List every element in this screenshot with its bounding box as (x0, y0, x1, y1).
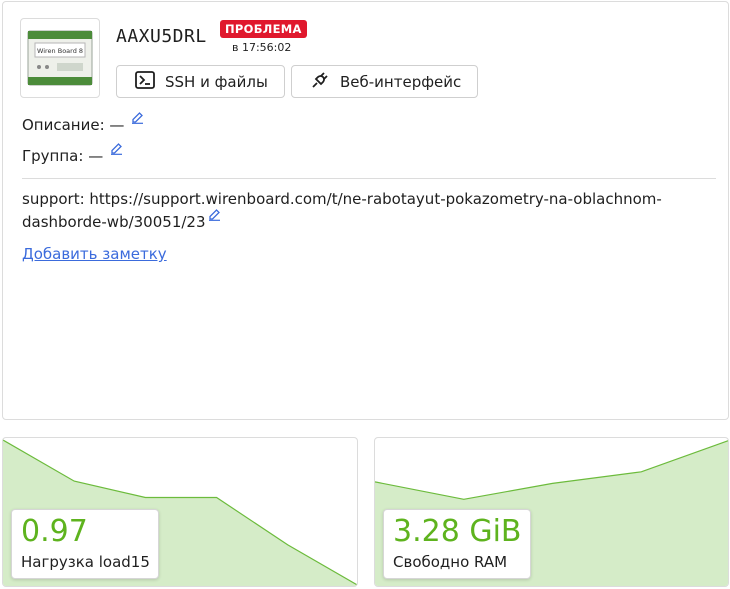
ram-metric-box: 3.28 GiB Свободно RAM (383, 509, 531, 579)
ssh-files-button[interactable]: SSH и файлы (116, 65, 285, 98)
terminal-icon (135, 70, 155, 93)
web-interface-button[interactable]: Веб-интерфейс (291, 65, 478, 98)
status-time: в 17:56:02 (232, 41, 292, 54)
device-title: AAXU5DRL (116, 26, 207, 47)
edit-note-icon[interactable] (208, 205, 221, 228)
ram-label: Свободно RAM (393, 553, 508, 571)
device-thumbnail: Wiren Board 8 (20, 18, 100, 98)
note-text: support: https://support.wirenboard.com/… (22, 190, 662, 231)
note: support: https://support.wirenboard.com/… (22, 188, 712, 234)
load-metric-box: 0.97 Нагрузка load15 (11, 509, 159, 579)
metric-card-ram: 3.28 GiB Свободно RAM (374, 437, 729, 587)
description-value: — (109, 116, 125, 134)
description-field: Описание: — (22, 112, 144, 134)
controller-image-icon: Wiren Board 8 (27, 30, 93, 86)
edit-group-icon[interactable] (110, 141, 123, 159)
group-label: Группа: (22, 147, 84, 165)
load-label: Нагрузка load15 (21, 553, 150, 571)
group-value: — (88, 147, 104, 165)
web-interface-label: Веб-интерфейс (340, 72, 462, 91)
load-value: 0.97 (21, 514, 88, 549)
edit-description-icon[interactable] (131, 110, 144, 128)
divider (22, 178, 716, 179)
device-card: Wiren Board 8 AAXU5DRL ПРОБЛЕМА в 17:56:… (2, 1, 729, 420)
plug-icon (310, 70, 330, 94)
ssh-files-label: SSH и файлы (165, 72, 268, 91)
add-note-link[interactable]: Добавить заметку (22, 245, 167, 263)
metric-card-load: 0.97 Нагрузка load15 (2, 437, 358, 587)
description-label: Описание: (22, 116, 105, 134)
group-field: Группа: — (22, 143, 123, 165)
ram-value: 3.28 GiB (393, 514, 522, 549)
status-badge: ПРОБЛЕМА (220, 20, 307, 38)
thumbnail-label: Wiren Board 8 (37, 47, 83, 55)
